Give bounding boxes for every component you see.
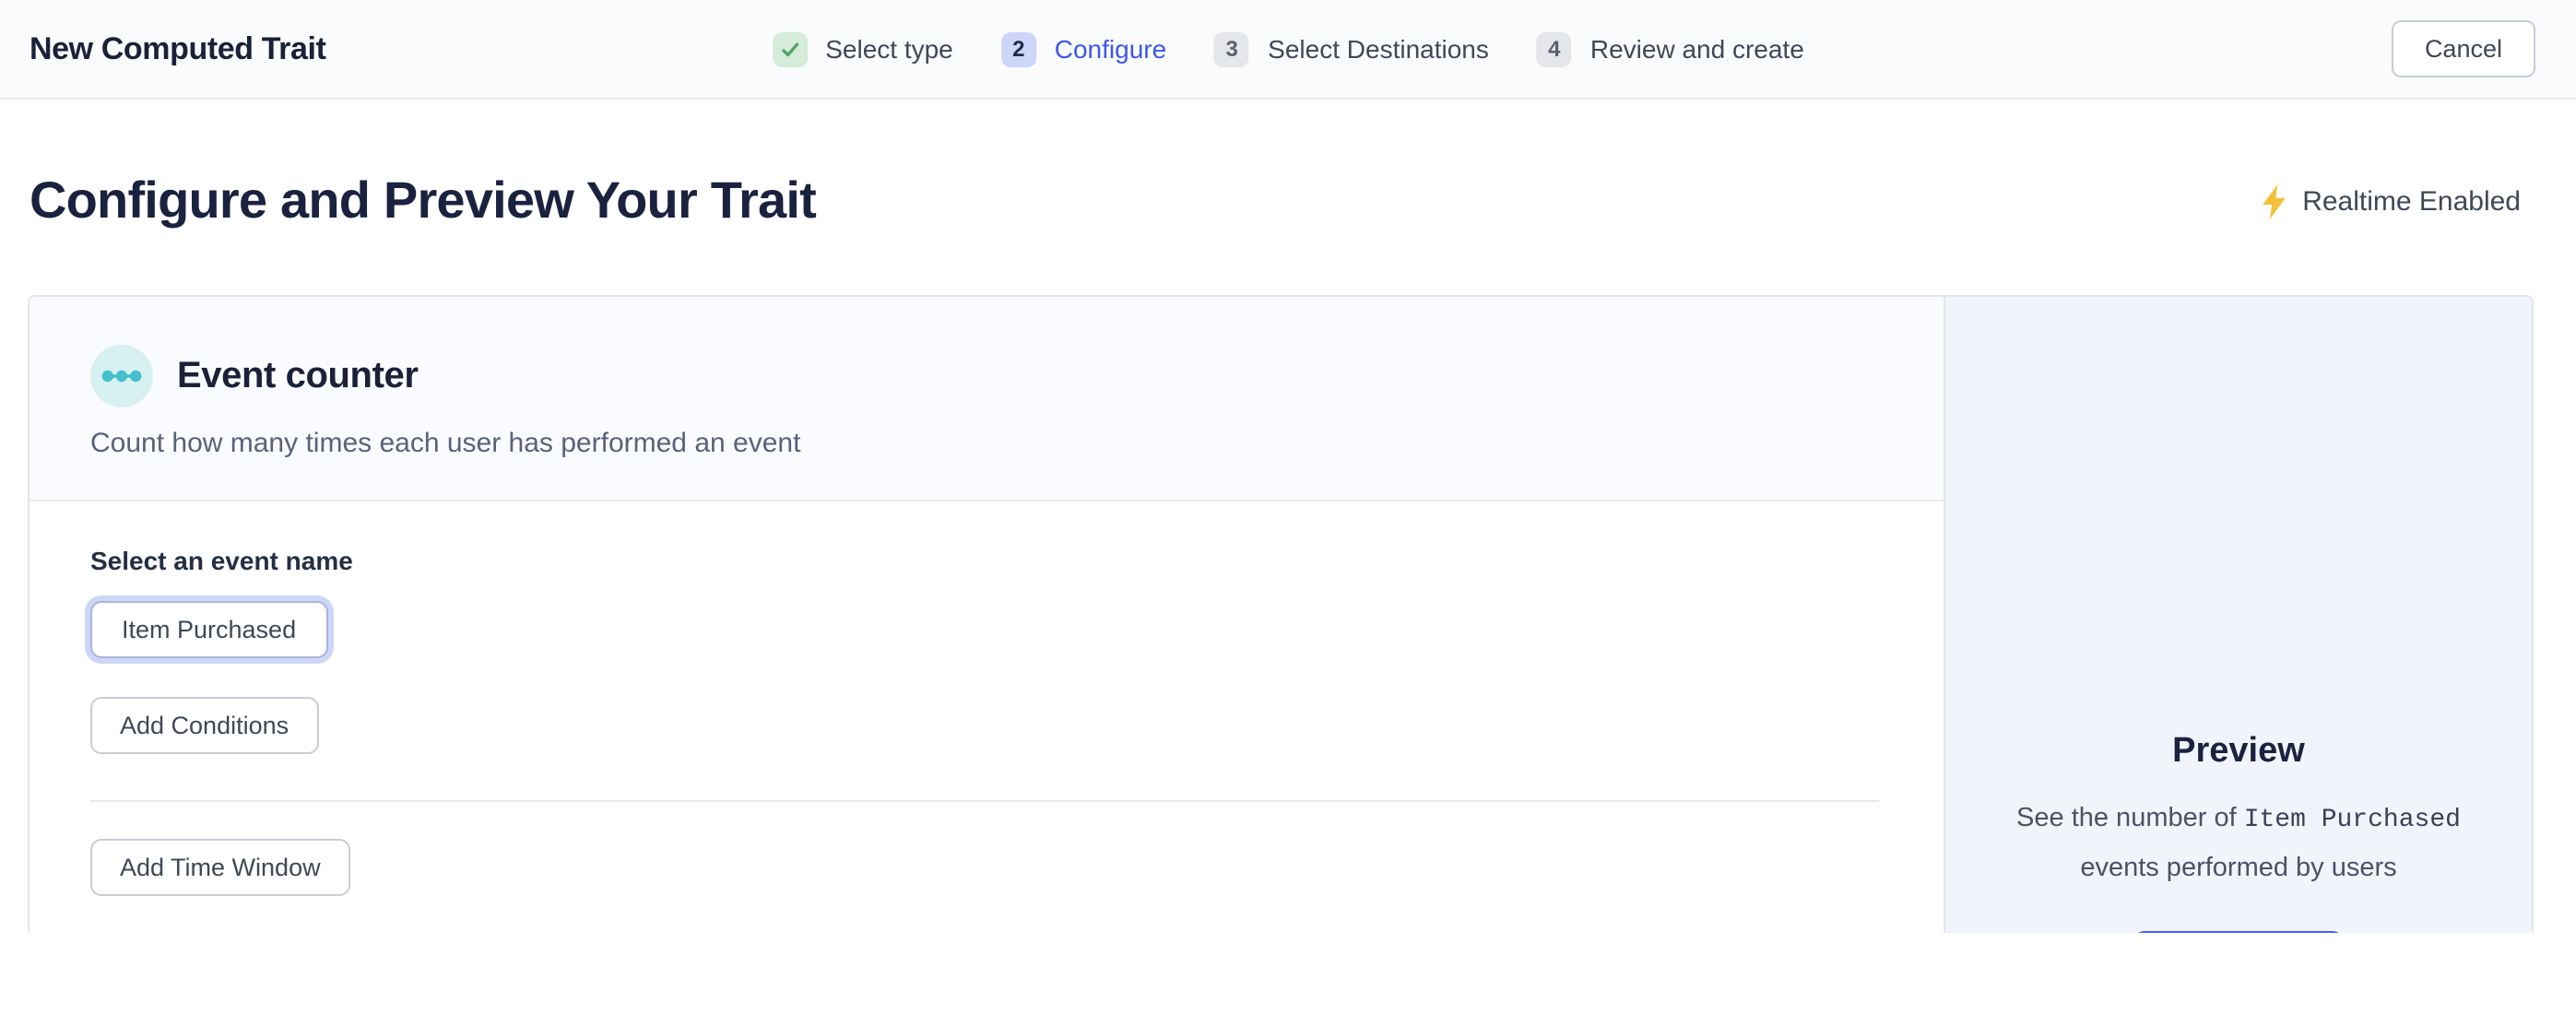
event-name-label: Select an event name bbox=[90, 546, 1879, 575]
page-head: Configure and Preview Your Trait Realtim… bbox=[0, 100, 2576, 230]
preview-event-code: Item Purchased bbox=[2244, 806, 2461, 835]
preview-title: Preview bbox=[1990, 732, 2487, 772]
event-counter-icon bbox=[90, 345, 153, 407]
wizard-title: New Computed Trait bbox=[30, 30, 326, 67]
step-label: Select type bbox=[825, 34, 953, 64]
preview-description: See the number of Item Purchased events … bbox=[1990, 795, 2487, 893]
step-label: Review and create bbox=[1590, 34, 1804, 64]
preview-button[interactable]: Preview bbox=[2133, 932, 2344, 933]
realtime-label: Realtime Enabled bbox=[2302, 185, 2521, 217]
preview-panel: Preview See the number of Item Purchased… bbox=[1944, 297, 2532, 933]
page-title: Configure and Preview Your Trait bbox=[30, 171, 816, 230]
trait-config-card: Event counter Count how many times each … bbox=[28, 295, 2534, 933]
trait-type-header: Event counter Count how many times each … bbox=[30, 297, 1944, 501]
add-time-window-button[interactable]: Add Time Window bbox=[90, 839, 350, 896]
step-configure[interactable]: 2 Configure bbox=[1001, 31, 1166, 66]
trait-config-form: Select an event name Item Purchased Add … bbox=[30, 501, 1944, 933]
add-conditions-button[interactable]: Add Conditions bbox=[90, 697, 318, 754]
realtime-status: Realtime Enabled bbox=[2260, 183, 2521, 218]
step-number-badge: 3 bbox=[1214, 31, 1249, 66]
step-label: Select Destinations bbox=[1268, 34, 1489, 64]
event-name-select[interactable]: Item Purchased bbox=[90, 601, 327, 658]
app-root: New Computed Trait Select type 2 Configu… bbox=[0, 0, 2576, 1014]
step-label: Configure bbox=[1055, 34, 1166, 64]
cancel-button[interactable]: Cancel bbox=[2392, 20, 2535, 77]
trait-type-title: Event counter bbox=[177, 355, 419, 397]
step-review-create[interactable]: 4 Review and create bbox=[1537, 31, 1804, 66]
step-number-badge: 2 bbox=[1001, 31, 1036, 66]
wizard-stepper: Select type 2 Configure 3 Select Destina… bbox=[772, 31, 1804, 66]
check-icon bbox=[772, 31, 807, 66]
trait-type-description: Count how many times each user has perfo… bbox=[90, 428, 1883, 459]
preview-description-prefix: See the number of bbox=[2016, 804, 2244, 833]
step-select-type[interactable]: Select type bbox=[772, 31, 953, 66]
trait-config-main: Event counter Count how many times each … bbox=[30, 297, 1944, 933]
step-select-destinations[interactable]: 3 Select Destinations bbox=[1214, 31, 1489, 66]
step-number-badge: 4 bbox=[1537, 31, 1572, 66]
lightning-bolt-icon bbox=[2260, 183, 2287, 218]
wizard-topbar: New Computed Trait Select type 2 Configu… bbox=[0, 0, 2576, 100]
preview-description-suffix: events performed by users bbox=[2080, 854, 2396, 883]
form-divider bbox=[90, 800, 1879, 802]
